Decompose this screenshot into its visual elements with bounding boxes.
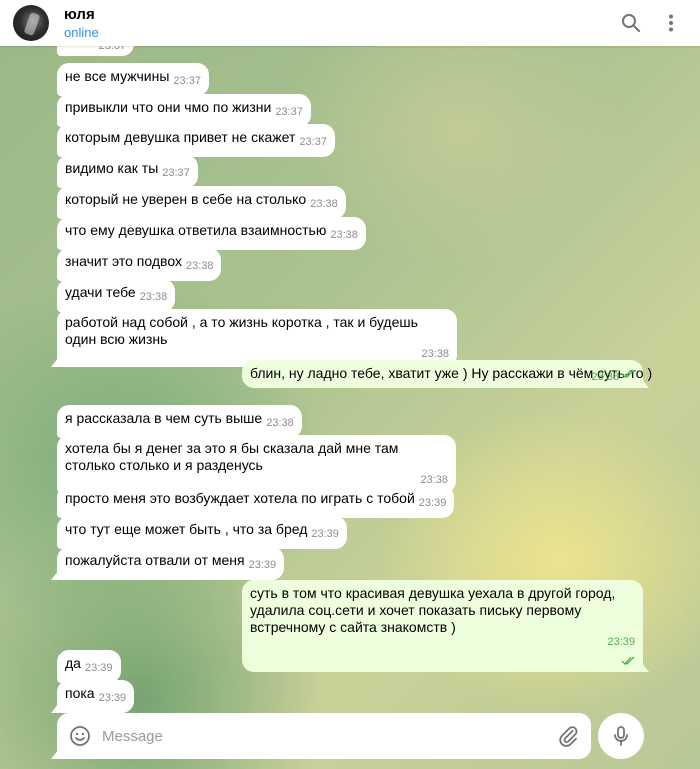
chat-header: юля online (0, 0, 700, 46)
message-text: которым девушка привет не скажет (65, 129, 296, 145)
double-check-icon (621, 369, 635, 378)
message-input[interactable] (102, 721, 542, 751)
message-text: просто меня это возбуждает хотела по игр… (65, 490, 415, 506)
message-time: 23:39 (248, 559, 277, 571)
message-text: удачи тебе (65, 284, 136, 300)
more-vertical-icon[interactable] (659, 11, 683, 35)
peer-info[interactable]: юля online (64, 6, 99, 41)
message-text: суть в том что красивая девушка уехала в… (250, 585, 616, 635)
message-text: что ему девушка ответила взаимностью (65, 222, 327, 238)
message-time: 23:38 (591, 371, 619, 383)
microphone-icon[interactable] (598, 713, 644, 759)
double-check-icon (621, 656, 635, 665)
message-text: пока (65, 685, 95, 701)
message-time: 23:38 (185, 260, 214, 272)
message-text: да (65, 655, 81, 671)
message-incoming[interactable]: просто меня это возбуждает хотела по игр… (57, 485, 455, 518)
message-time: 23:39 (98, 692, 127, 704)
message-incoming[interactable]: не все мужчины 23:37 (57, 63, 209, 96)
message-incoming[interactable]: да 23:39 (57, 650, 121, 683)
message-time: 23:38 (266, 417, 294, 429)
peer-name: юля (64, 5, 95, 23)
message-time: 23:37 (173, 75, 201, 87)
peer-status: online (64, 24, 99, 40)
emoji-icon[interactable] (68, 724, 92, 748)
message-incoming[interactable]: что тут еще может быть , что за бред 23:3… (57, 516, 347, 549)
message-time: 23:38 (310, 198, 338, 210)
message-time: 23:37 (162, 167, 190, 179)
message-meta: 23:39 (250, 634, 635, 668)
message-time: 23:39 (418, 497, 447, 509)
message-outgoing[interactable]: блин, ну ладно тебе, хватит уже ) Ну рас… (242, 360, 652, 388)
message-text: работой над собой , а то жизнь коротка ,… (65, 314, 418, 347)
message-composer (57, 713, 591, 759)
message-text: хотела бы я денег за это я бы сказала да… (65, 440, 399, 473)
message-text: не все мужчины (65, 68, 170, 84)
message-incoming[interactable]: пожалуйста отвали от меня 23:39 (57, 547, 285, 580)
message-text: пожалуйста отвали от меня (65, 552, 245, 568)
message-time: 23:38 (139, 291, 168, 303)
message-incoming[interactable]: удачи тебе 23:38 (57, 279, 176, 312)
message-time: 23:39 (84, 662, 113, 674)
message-text: который не уверен в себе на столько (65, 191, 307, 207)
message-time: 23:39 (311, 528, 339, 540)
message-time: 23:39 (607, 636, 635, 648)
message-time: 23:37 (299, 136, 327, 148)
paperclip-icon[interactable] (556, 724, 580, 748)
message-time: 23:38 (330, 229, 358, 241)
message-text: что тут еще может быть , что за бред (65, 521, 308, 537)
message-incoming[interactable]: которым девушка привет не скажет 23:37 (57, 124, 335, 157)
message-meta: 23:38 (587, 364, 635, 386)
message-incoming[interactable]: пока 23:39 (57, 680, 135, 713)
message-outgoing[interactable]: суть в том что красивая девушка уехала в… (242, 580, 643, 672)
message-text: видимо как ты (65, 160, 159, 176)
search-icon[interactable] (619, 11, 643, 35)
message-text: привыкли что они чмо по жизни (65, 99, 272, 115)
message-incoming[interactable]: я рассказала в чем суть выше 23:38 (57, 405, 302, 438)
message-incoming[interactable]: который не уверен в себе на столько 23:38 (57, 186, 346, 219)
avatar[interactable] (13, 5, 49, 41)
message-incoming[interactable]: работой над собой , а то жизнь коротка ,… (57, 309, 457, 367)
message-time: 23:37 (275, 106, 303, 118)
message-text: я рассказала в чем суть выше (65, 410, 263, 426)
message-incoming[interactable]: видимо как ты 23:37 (57, 155, 198, 188)
message-text: значит это подвох (65, 253, 182, 269)
message-incoming[interactable]: привыкли что они чмо по жизни 23:37 (57, 94, 311, 127)
message-incoming[interactable]: значит это подвох 23:38 (57, 248, 222, 281)
message-incoming[interactable]: что ему девушка ответила взаимностью 23:3… (57, 217, 366, 250)
